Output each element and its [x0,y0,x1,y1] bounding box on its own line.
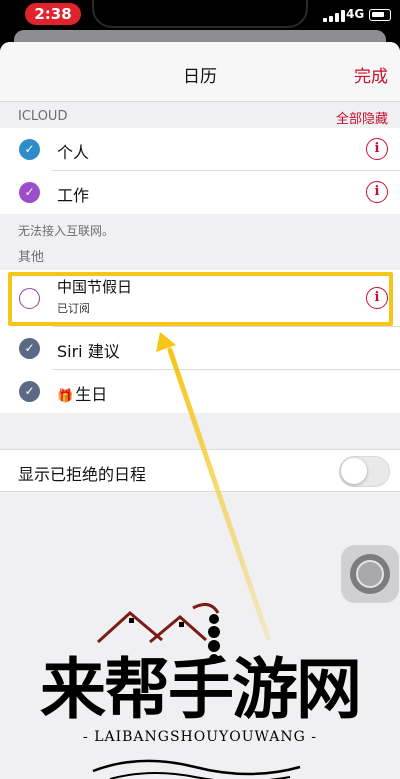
signal-icon [323,10,345,22]
icloud-section-header: ICLOUD 全部隐藏 [0,102,400,128]
calendar-row-personal[interactable]: ✓ 个人 i [0,128,400,171]
icloud-header-label: ICLOUD [18,109,68,124]
calendar-label: 中国节假日 [57,278,133,296]
calendar-row-holiday[interactable]: 中国节假日 已订阅 i [0,270,400,327]
calendar-label: 个人 [57,143,90,162]
nav-bar: 日历 完成 [0,42,400,102]
show-declined-row: 显示已拒绝的日程 [0,449,400,492]
info-icon[interactable]: i [366,287,388,309]
offline-note-text: 无法接入互联网。 [18,224,115,238]
checkmark-icon[interactable]: ✓ [19,338,40,359]
info-icon[interactable]: i [366,181,388,203]
assistive-touch-button[interactable] [341,545,399,603]
show-declined-label: 显示已拒绝的日程 [18,465,147,484]
calendar-row-work[interactable]: ✓ 工作 i [0,171,400,214]
checkmark-icon[interactable]: ✓ [19,381,40,402]
offline-note: 无法接入互联网。 [0,214,400,244]
watermark-title: 来帮手游网 [40,651,362,728]
other-section-header: 其他 [0,244,400,270]
info-icon[interactable]: i [366,138,388,160]
gift-icon: 🎁 [57,389,74,404]
hide-all-button[interactable]: 全部隐藏 [336,108,388,127]
page-title: 日历 [183,67,217,87]
calendar-label: Siri 建议 [57,342,120,361]
status-time: 2:38 [25,3,81,25]
toggle-knob [341,458,367,484]
checkmark-icon[interactable]: ✓ [19,139,40,160]
battery-icon [369,9,391,21]
birthday-label: 生日 [75,385,108,404]
other-header-label: 其他 [18,250,45,265]
calendar-row-birthday[interactable]: ✓ 🎁 生日 [0,370,400,413]
calendar-label: 🎁 生日 [57,381,107,405]
notch [92,0,308,28]
watermark-subtitle: - LAIBANGSHOUYOUWANG - [83,729,317,745]
done-button[interactable]: 完成 [354,62,388,87]
checkmark-icon[interactable]: ✓ [19,182,40,203]
calendar-row-siri[interactable]: ✓ Siri 建议 [0,327,400,370]
status-bar: 2:38 4G [0,0,400,30]
unchecked-circle-icon[interactable] [19,288,40,309]
network-type: 4G [346,7,365,21]
show-declined-toggle[interactable] [339,456,390,487]
calendar-label: 工作 [57,186,90,205]
calendar-subtitle: 已订阅 [57,302,90,315]
